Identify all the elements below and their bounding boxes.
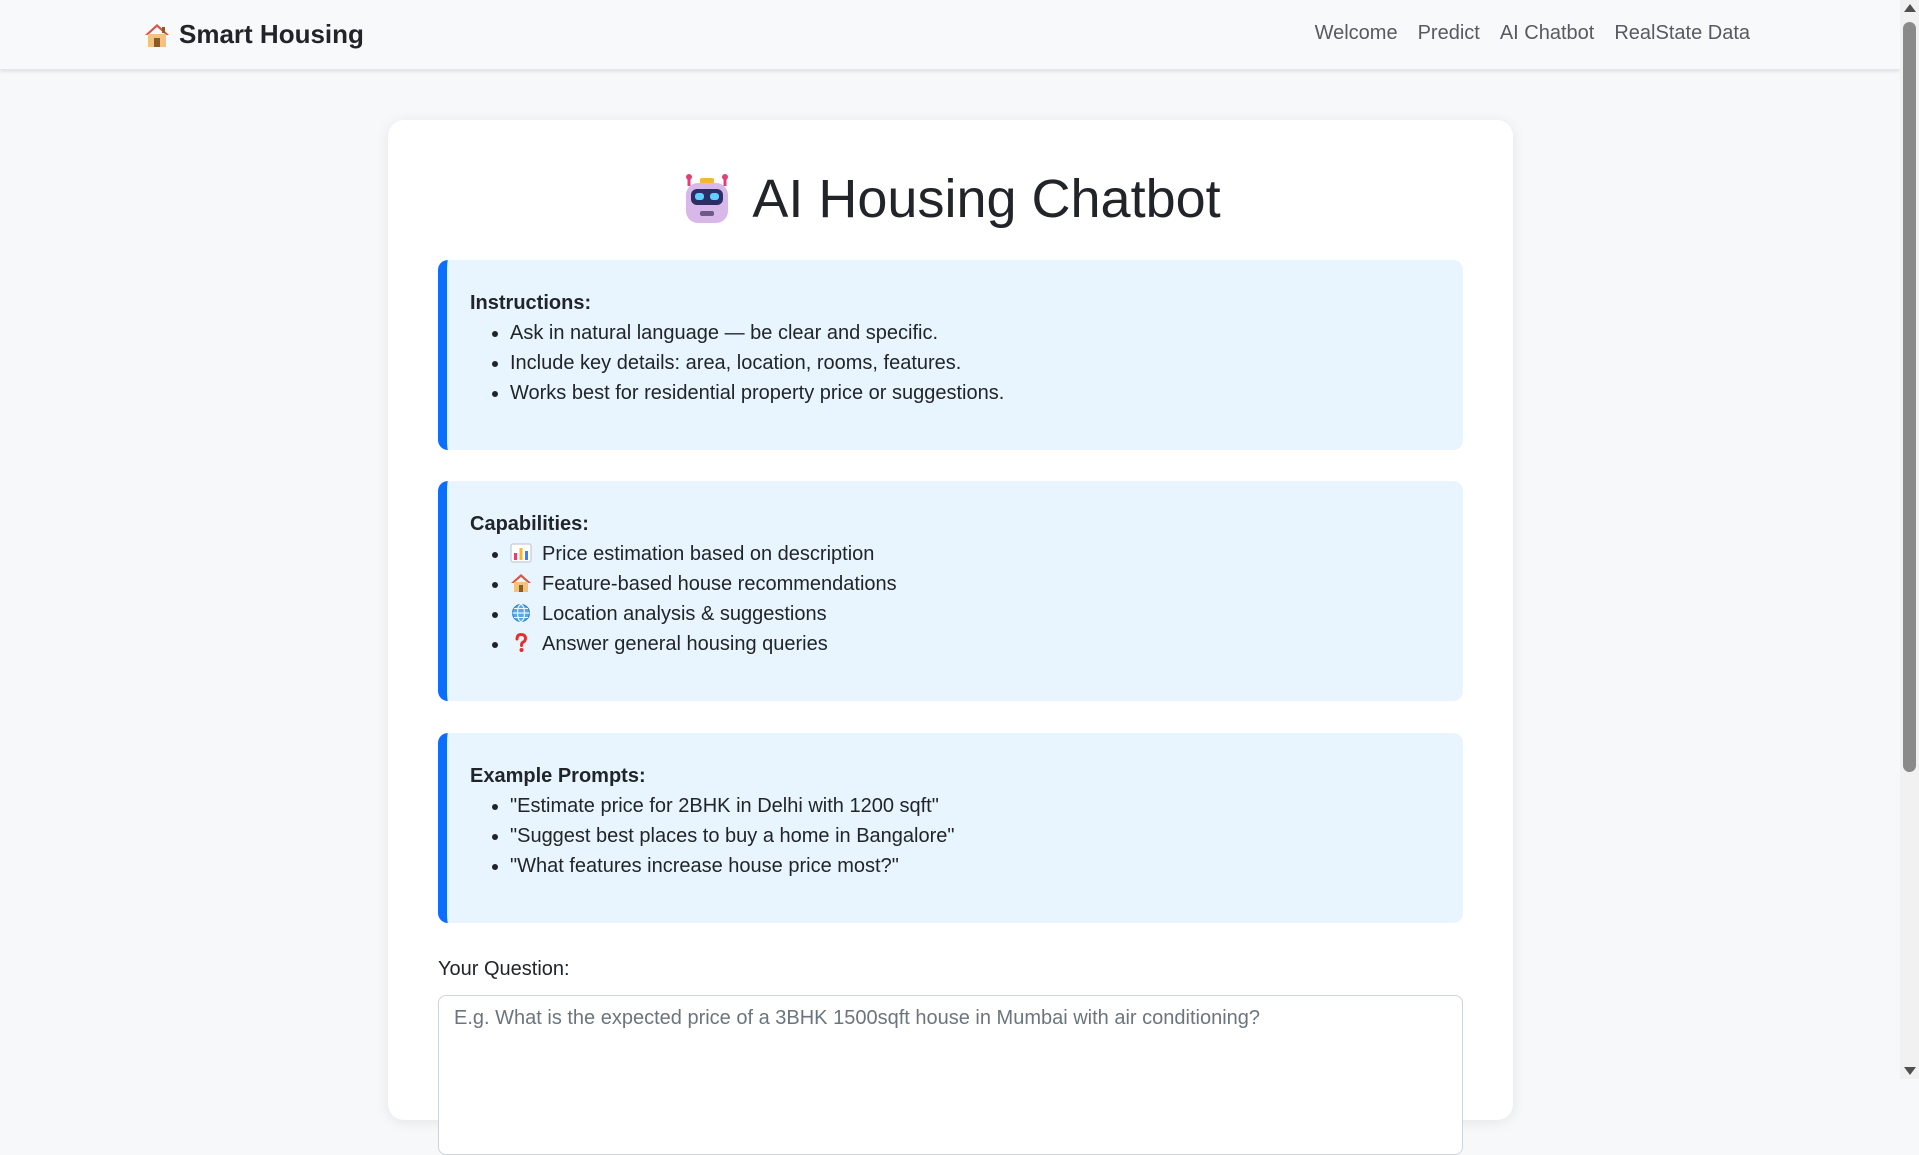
list-item: Ask in natural language — be clear and s… [510, 318, 1463, 348]
globe-icon [512, 603, 530, 623]
examples-box: Example Prompts: "Estimate price for 2BH… [438, 733, 1463, 923]
navbar: Smart Housing Welcome Predict AI Chatbot… [0, 0, 1900, 70]
list-item: "What features increase house price most… [510, 851, 1463, 881]
brand-link[interactable]: Smart Housing [143, 19, 364, 50]
capability-text: Location analysis & suggestions [542, 603, 827, 625]
list-item: Answer general housing queries [510, 629, 1463, 659]
list-item: Price estimation based on description [510, 539, 1463, 569]
question-mark-icon [515, 633, 528, 652]
examples-list: "Estimate price for 2BHK in Delhi with 1… [470, 791, 1463, 881]
instructions-list: Ask in natural language — be clear and s… [470, 318, 1463, 408]
nav-link-predict[interactable]: Predict [1418, 22, 1480, 45]
capabilities-list: Price estimation based on description Fe… [470, 539, 1463, 659]
question-label: Your Question: [438, 958, 570, 980]
page-scrollbar[interactable] [1900, 0, 1919, 1079]
capability-text: Answer general housing queries [542, 633, 828, 655]
capabilities-box: Capabilities: Price estimation based on … [438, 481, 1463, 701]
list-item: "Suggest best places to buy a home in Ba… [510, 821, 1463, 851]
scroll-down-arrow-icon[interactable] [1904, 1067, 1916, 1075]
instructions-title: Instructions: [470, 292, 592, 314]
examples-title: Example Prompts: [470, 765, 646, 787]
nav-link-ai-chatbot[interactable]: AI Chatbot [1500, 22, 1595, 45]
list-item: Feature-based house recommendations [510, 569, 1463, 599]
nav-link-realstate-data[interactable]: RealState Data [1614, 22, 1750, 45]
scrollbar-thumb[interactable] [1903, 22, 1916, 772]
scroll-up-arrow-icon[interactable] [1904, 4, 1916, 12]
capability-text: Price estimation based on description [542, 543, 875, 565]
list-item: Location analysis & suggestions [510, 599, 1463, 629]
page-title-row: AI Housing Chatbot [388, 172, 1513, 226]
brand-name: Smart Housing [179, 19, 364, 49]
nav-links: Welcome Predict AI Chatbot RealState Dat… [1315, 22, 1750, 45]
instructions-box: Instructions: Ask in natural language — … [438, 260, 1463, 450]
bar-chart-icon [510, 543, 532, 563]
list-item: Include key details: area, location, roo… [510, 348, 1463, 378]
capability-text: Feature-based house recommendations [542, 573, 897, 595]
question-input[interactable] [438, 995, 1463, 1155]
robot-icon [686, 174, 729, 223]
capabilities-title: Capabilities: [470, 513, 589, 535]
chatbot-card: AI Housing Chatbot Instructions: Ask in … [388, 120, 1513, 1155]
house-icon [145, 23, 169, 47]
nav-link-welcome[interactable]: Welcome [1315, 22, 1398, 45]
house-icon [511, 574, 531, 592]
page-title: AI Housing Chatbot [752, 169, 1221, 229]
list-item: "Estimate price for 2BHK in Delhi with 1… [510, 791, 1463, 821]
list-item: Works best for residential property pric… [510, 378, 1463, 408]
